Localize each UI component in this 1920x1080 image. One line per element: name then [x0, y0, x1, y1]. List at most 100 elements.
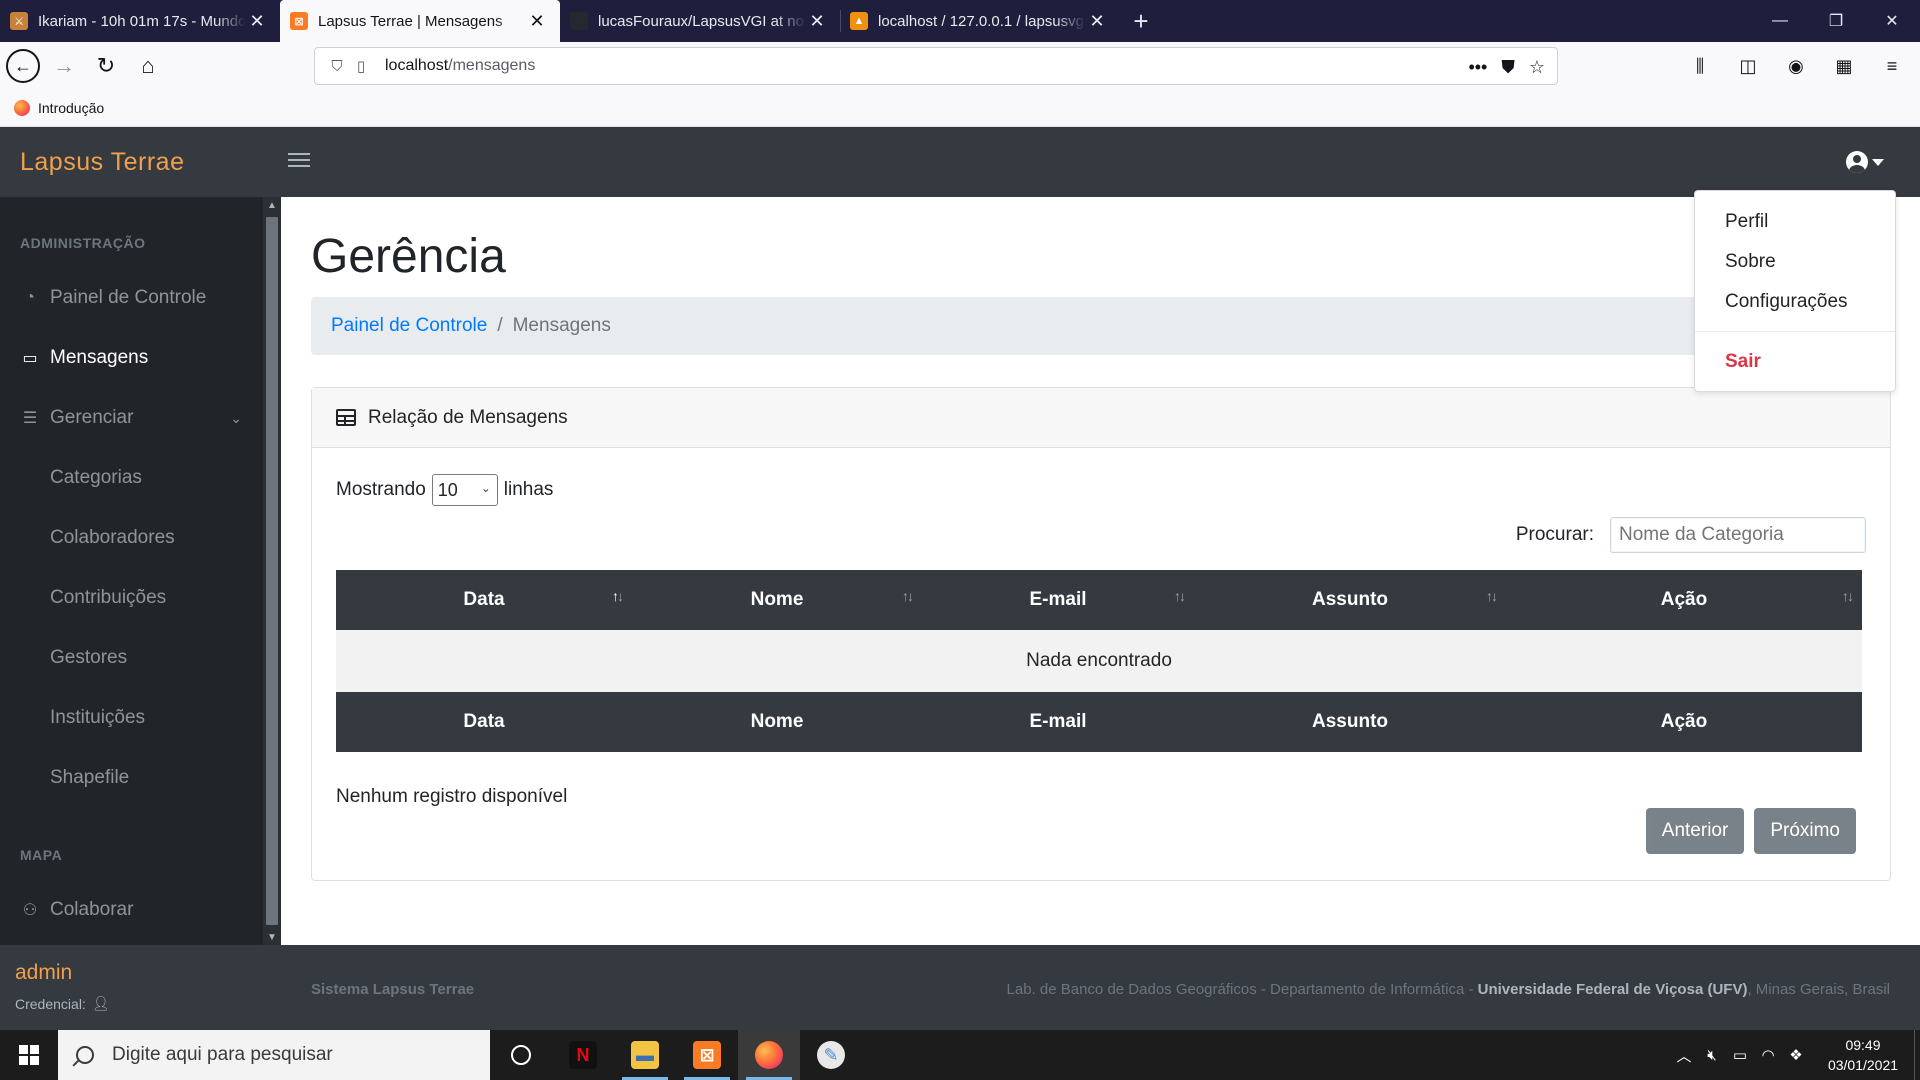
length-prefix: Mostrando [336, 479, 426, 500]
sidebar-item-mensagens[interactable]: ▭ Mensagens [20, 343, 250, 373]
sidebar-item-painel[interactable]: ◔ Painel de Controle [20, 283, 250, 313]
search-input[interactable] [1610, 517, 1866, 553]
taskbar-app-firefox[interactable] [738, 1030, 800, 1080]
restore-icon[interactable]: ❐ [1808, 0, 1864, 42]
menu-item-sair[interactable]: Sair [1725, 351, 1761, 373]
taskbar-app-netflix[interactable]: N [552, 1030, 614, 1080]
sidebar-item-gerenciar[interactable]: ☰ Gerenciar ⌄ [20, 403, 250, 433]
scroll-down-icon[interactable]: ▼ [263, 929, 281, 945]
page-title: Gerência [311, 230, 506, 283]
messages-card: Relação de Mensagens Mostrando 10 ⌄ linh… [311, 387, 1891, 881]
sidebar-subitem-gestores[interactable]: Gestores [50, 647, 127, 669]
menu-divider [1695, 331, 1895, 332]
next-button[interactable]: Próximo [1754, 808, 1856, 854]
scroll-up-icon[interactable]: ▲ [263, 197, 281, 213]
url-text[interactable]: localhost/mensagens [385, 57, 535, 75]
close-icon[interactable]: ✕ [806, 10, 828, 32]
column-header-acao[interactable]: Ação ↑↓ [1506, 570, 1862, 630]
taskbar-app-explorer[interactable]: ▬ [614, 1030, 676, 1080]
clock[interactable]: 09:49 03/01/2021 [1818, 1035, 1908, 1075]
sidebar-subitem-contribuicoes[interactable]: Contribuições [50, 587, 166, 609]
bookmarks-bar: Introdução [0, 90, 1920, 127]
account-icon[interactable]: ◉ [1778, 48, 1814, 84]
sliders-icon: ☰ [22, 410, 38, 427]
sidebar-subitem-shapefile[interactable]: Shapefile [50, 767, 129, 789]
browser-tab[interactable]: ⚔ Ikariam - 10h 01m 17s - Mundo ✕ [0, 0, 280, 42]
scrollbar-thumb[interactable] [266, 217, 278, 925]
task-view-button[interactable] [490, 1030, 552, 1080]
menu-item-configuracoes[interactable]: Configurações [1725, 291, 1848, 313]
table-search: Procurar: [1516, 517, 1866, 553]
taskbar-search[interactable]: Digite aqui para pesquisar [58, 1030, 490, 1080]
close-icon[interactable]: ✕ [526, 10, 548, 32]
bookmark-introducao[interactable]: Introdução [38, 100, 104, 116]
sidebar-item-label: Colaborar [50, 899, 134, 920]
menu-icon[interactable]: ≡ [1874, 48, 1910, 84]
sidebar-subitem-instituicoes[interactable]: Instituições [50, 707, 145, 729]
column-header-assunto[interactable]: Assunto ↑↓ [1194, 570, 1506, 630]
sidebar-item-label: Painel de Controle [50, 287, 207, 308]
start-button[interactable] [0, 1030, 58, 1080]
sidebar-scrollbar[interactable]: ▲ ▼ [263, 197, 281, 945]
hamburger-menu-icon[interactable] [288, 149, 310, 171]
breadcrumb-link-painel[interactable]: Painel de Controle [331, 315, 487, 337]
dashboard-icon: ◔ [25, 289, 35, 306]
sidebar-subitem-categorias[interactable]: Categorias [50, 467, 142, 489]
pocket-icon[interactable]: ⛊ [1501, 57, 1515, 78]
chevron-up-icon[interactable]: ︿ [1670, 1045, 1698, 1066]
volume-muted-icon[interactable]: 🔇︎ [1698, 1047, 1726, 1064]
xampp-favicon-icon: ⊠ [290, 12, 308, 30]
battery-icon[interactable]: ▭ [1726, 1046, 1754, 1064]
home-icon[interactable]: ⌂ [130, 48, 166, 84]
column-header-data[interactable]: Data ↑↓ [336, 570, 632, 630]
window-close-icon[interactable]: ✕ [1864, 0, 1920, 42]
browser-tab[interactable]: ▲ localhost / 127.0.0.1 / lapsusvgi ✕ [840, 0, 1120, 42]
column-header-email[interactable]: E-mail ↑↓ [922, 570, 1194, 630]
library-icon[interactable]: ⫼ [1682, 48, 1718, 84]
bookmark-star-icon[interactable]: ☆ [1529, 57, 1545, 78]
extensions-icon[interactable]: ▦ [1826, 48, 1862, 84]
sort-icon: ↑↓ [1842, 588, 1854, 604]
taskbar-app-paint[interactable]: ✎ [800, 1030, 862, 1080]
dropbox-icon[interactable]: ❖ [1782, 1046, 1810, 1064]
clock-time: 09:49 [1845, 1037, 1881, 1053]
close-icon[interactable]: ✕ [246, 10, 268, 32]
menu-item-perfil[interactable]: Perfil [1725, 211, 1768, 233]
tab-title: Lapsus Terrae | Mensagens [318, 12, 503, 30]
paint-icon: ✎ [817, 1041, 845, 1069]
netflix-icon: N [569, 1041, 597, 1069]
minimize-icon[interactable]: — [1752, 0, 1808, 42]
sidebar: ADMINISTRAÇÃO ◔ Painel de Controle ▭ Men… [0, 197, 281, 945]
browser-tab-active[interactable]: ⊠ Lapsus Terrae | Mensagens ✕ [280, 0, 560, 42]
wifi-icon[interactable]: ◠ [1754, 1046, 1782, 1064]
sidebar-icon[interactable]: ◫ [1730, 48, 1766, 84]
user-icon: 👤︎ [91, 995, 110, 1011]
taskbar-app-xampp[interactable]: ⊠ [676, 1030, 738, 1080]
back-icon[interactable]: ← [6, 49, 40, 83]
forward-icon[interactable]: → [46, 48, 82, 84]
firefox-icon [14, 100, 30, 116]
footer-credits-prefix: Lab. de Banco de Dados Geográficos - Dep… [1006, 981, 1478, 998]
shield-icon[interactable]: ⛉ [325, 54, 349, 78]
footer-column-nome: Nome [632, 692, 922, 752]
menu-item-sobre[interactable]: Sobre [1725, 251, 1776, 273]
browser-tab[interactable]: lucasFouraux/LapsusVGI at nov ✕ [560, 0, 840, 42]
more-icon[interactable]: ••• [1468, 57, 1487, 78]
sidebar-subitem-colaboradores[interactable]: Colaboradores [50, 527, 175, 549]
reload-icon[interactable]: ↻ [88, 48, 124, 84]
footer-column-assunto: Assunto [1194, 692, 1506, 752]
length-suffix: linhas [503, 479, 554, 500]
brand-logo[interactable]: Lapsus Terrae [20, 127, 184, 197]
sidebar-heading-mapa: MAPA [20, 847, 63, 863]
previous-button[interactable]: Anterior [1645, 808, 1745, 854]
user-menu-toggle[interactable] [1846, 147, 1884, 177]
sidebar-item-colaborar[interactable]: ⚇ Colaborar [20, 895, 250, 925]
close-icon[interactable]: ✕ [1086, 10, 1108, 32]
url-bar[interactable]: ⛉ ▯ localhost/mensagens ••• ⛊ ☆ [314, 47, 1558, 85]
page-length-select[interactable]: 10 ⌄ [431, 474, 498, 506]
column-header-nome[interactable]: Nome ↑↓ [632, 570, 922, 630]
url-actions: ••• ⛊ ☆ [1468, 48, 1545, 86]
table-info: Nenhum registro disponível [336, 786, 568, 807]
new-tab-button[interactable]: + [1120, 0, 1162, 42]
show-desktop-button[interactable] [1914, 1030, 1920, 1080]
